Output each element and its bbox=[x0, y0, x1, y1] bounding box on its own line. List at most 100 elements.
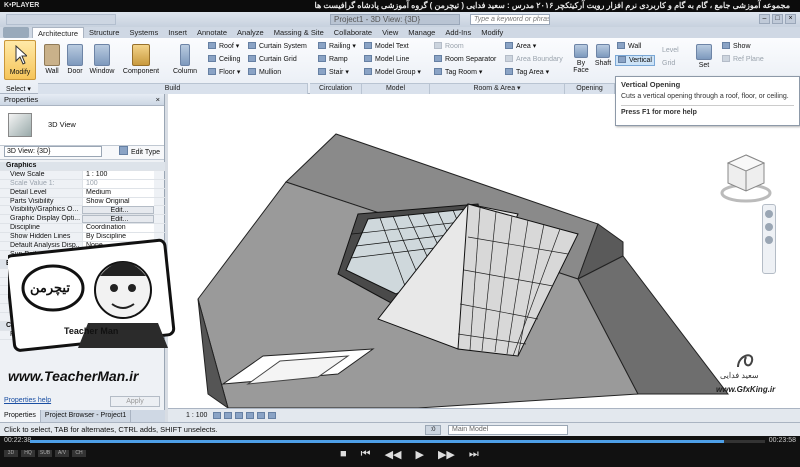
apply-button[interactable]: Apply bbox=[110, 396, 160, 407]
application-menu-button[interactable] bbox=[3, 27, 29, 38]
property-value[interactable]: Medium bbox=[82, 188, 154, 197]
shadows-icon[interactable] bbox=[246, 412, 254, 419]
tab-view[interactable]: View bbox=[377, 27, 403, 38]
model-text-button[interactable]: Model Text bbox=[364, 42, 409, 51]
area-button[interactable]: Area ▾ bbox=[505, 42, 536, 51]
tab-architecture[interactable]: Architecture bbox=[32, 27, 85, 38]
property-row[interactable]: Parts Visibility Show Original bbox=[0, 197, 165, 207]
curtain-system-button[interactable]: Curtain System bbox=[248, 42, 307, 51]
door-button[interactable]: Door bbox=[64, 44, 86, 75]
level-button[interactable]: Level bbox=[662, 46, 679, 55]
show-workplane-button[interactable]: Show bbox=[722, 42, 751, 51]
visual-style-icon[interactable] bbox=[224, 412, 232, 419]
room-button[interactable]: Room bbox=[434, 42, 464, 51]
stair-button[interactable]: Stair ▾ bbox=[318, 68, 349, 77]
ref-plane-button[interactable]: Ref Plane bbox=[722, 55, 764, 64]
close-icon[interactable]: × bbox=[156, 94, 160, 106]
property-edit-button[interactable]: Edit... bbox=[82, 206, 154, 215]
tab-annotate[interactable]: Annotate bbox=[192, 27, 232, 38]
property-row[interactable]: Detail Level Medium bbox=[0, 188, 165, 198]
shaft-button[interactable]: Shaft bbox=[592, 44, 614, 67]
stop-icon[interactable]: ■ bbox=[340, 448, 347, 461]
railing-button[interactable]: Railing ▾ bbox=[318, 42, 356, 51]
view-instance-dropdown[interactable]: 3D View: {3D} bbox=[4, 146, 102, 157]
tag-room-button[interactable]: Tag Room ▾ bbox=[434, 68, 482, 77]
pan-icon[interactable] bbox=[765, 236, 773, 244]
property-row[interactable]: Visibility/Graphics O... Edit... bbox=[0, 206, 165, 216]
play-icon[interactable]: ▶ bbox=[415, 448, 423, 461]
window-button[interactable]: Window bbox=[88, 44, 116, 75]
tab-manage[interactable]: Manage bbox=[403, 27, 440, 38]
roof-button[interactable]: Roof ▾ bbox=[208, 42, 239, 51]
render-icon[interactable] bbox=[257, 412, 265, 419]
player-option-button[interactable]: 3D bbox=[4, 450, 18, 457]
set-workplane-button[interactable]: Set bbox=[692, 44, 716, 69]
help-search-input[interactable]: Type a keyword or phrase bbox=[470, 14, 550, 25]
zoom-icon[interactable] bbox=[765, 223, 773, 231]
property-row[interactable]: View Scale 1 : 100 bbox=[0, 170, 165, 180]
player-option-button[interactable]: A/V bbox=[55, 450, 69, 457]
tab-structure[interactable]: Structure bbox=[84, 27, 124, 38]
property-category[interactable]: Graphics bbox=[0, 162, 165, 171]
by-face-button[interactable]: By Face bbox=[570, 44, 592, 74]
tab-systems[interactable]: Systems bbox=[124, 27, 163, 38]
property-row[interactable]: Scale Value 1: 100 bbox=[0, 179, 165, 189]
forward-icon[interactable]: ▶▶ bbox=[438, 448, 455, 461]
workset-indicator[interactable]: :0 bbox=[425, 425, 441, 435]
player-option-button[interactable]: SUB bbox=[38, 450, 52, 457]
steering-wheel-icon[interactable] bbox=[765, 210, 773, 218]
quick-access-toolbar[interactable] bbox=[6, 14, 116, 25]
modify-button[interactable]: Modify bbox=[4, 40, 36, 80]
seek-bar[interactable] bbox=[30, 440, 765, 443]
model-group-button[interactable]: Model Group ▾ bbox=[364, 68, 421, 77]
tag-area-button[interactable]: Tag Area ▾ bbox=[505, 68, 549, 77]
wall-button[interactable]: Wall bbox=[42, 44, 62, 75]
tab-modify[interactable]: Modify bbox=[476, 27, 508, 38]
previous-icon[interactable]: ⏮ bbox=[361, 448, 371, 461]
rewind-icon[interactable]: ◀◀ bbox=[385, 448, 402, 461]
sun-path-icon[interactable] bbox=[235, 412, 243, 419]
detail-level-icon[interactable] bbox=[213, 412, 221, 419]
room-separator-button[interactable]: Room Separator bbox=[434, 55, 496, 64]
close-icon[interactable]: × bbox=[785, 14, 796, 24]
tab-analyze[interactable]: Analyze bbox=[232, 27, 269, 38]
tab-properties[interactable]: Properties bbox=[0, 410, 41, 422]
column-button[interactable]: Column bbox=[168, 44, 202, 75]
property-row[interactable]: Graphic Display Opti... Edit... bbox=[0, 215, 165, 225]
property-value[interactable]: Show Original bbox=[82, 197, 154, 206]
tab-add-ins[interactable]: Add-Ins bbox=[440, 27, 476, 38]
navigation-bar[interactable] bbox=[762, 204, 776, 274]
viewcube-icon[interactable] bbox=[718, 149, 774, 205]
minimize-icon[interactable]: – bbox=[759, 14, 770, 24]
maximize-icon[interactable]: □ bbox=[772, 14, 783, 24]
floor-button[interactable]: Floor ▾ bbox=[208, 68, 240, 77]
properties-help-link[interactable]: Properties help bbox=[4, 397, 51, 404]
area-boundary-button[interactable]: Area Boundary bbox=[505, 55, 563, 64]
view-scale[interactable]: 1 : 100 bbox=[186, 409, 207, 422]
next-icon[interactable]: ⏭ bbox=[469, 448, 479, 461]
mullion-button[interactable]: Mullion bbox=[248, 68, 281, 77]
player-option-button[interactable]: HQ bbox=[21, 450, 35, 457]
3d-viewport[interactable]: سعید فدایی www.GfxKing.ir bbox=[168, 94, 800, 408]
type-selector[interactable]: 3D View bbox=[0, 106, 164, 146]
ramp-button[interactable]: Ramp bbox=[318, 55, 348, 64]
crop-icon[interactable] bbox=[268, 412, 276, 419]
tab-massing-site[interactable]: Massing & Site bbox=[269, 27, 329, 38]
model-line-button[interactable]: Model Line bbox=[364, 55, 409, 64]
grid-button[interactable]: Grid bbox=[662, 59, 675, 68]
property-value[interactable]: 100 bbox=[82, 179, 154, 188]
ceiling-button[interactable]: Ceiling bbox=[208, 55, 240, 64]
property-edit-button[interactable]: Edit... bbox=[82, 215, 154, 224]
curtain-grid-button[interactable]: Curtain Grid bbox=[248, 55, 297, 64]
player-option-button[interactable]: CH bbox=[72, 450, 86, 457]
edit-type-button[interactable]: Edit Type bbox=[118, 146, 160, 160]
component-button[interactable]: Component bbox=[120, 44, 162, 75]
tab-collaborate[interactable]: Collaborate bbox=[329, 27, 377, 38]
wall-opening-button[interactable]: Wall bbox=[617, 42, 641, 51]
design-option-dropdown[interactable]: Main Model bbox=[448, 425, 568, 435]
tab-insert[interactable]: Insert bbox=[163, 27, 192, 38]
select-dropdown[interactable]: Select ▾ bbox=[6, 85, 31, 94]
property-value[interactable]: 1 : 100 bbox=[82, 170, 154, 179]
vertical-opening-button[interactable]: Vertical bbox=[615, 55, 655, 66]
tab-project-browser[interactable]: Project Browser - Project1 bbox=[41, 410, 132, 422]
